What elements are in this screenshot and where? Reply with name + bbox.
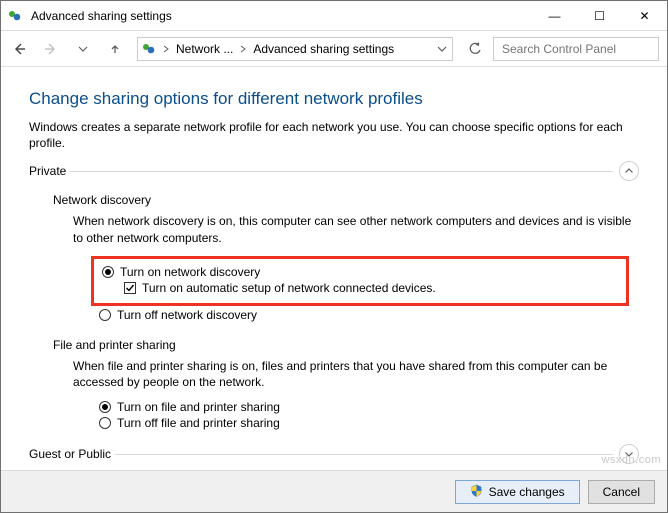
highlight-annotation: Turn on network discovery Turn on automa… bbox=[91, 256, 629, 306]
shield-icon bbox=[470, 484, 483, 500]
subsection-file-printer: File and printer sharing bbox=[53, 338, 639, 352]
address-bar[interactable]: Network ... Advanced sharing settings bbox=[137, 37, 453, 61]
page-intro: Windows creates a separate network profi… bbox=[29, 119, 639, 151]
section-header-guest[interactable]: Guest or Public bbox=[29, 444, 639, 464]
breadcrumb-sep-icon[interactable] bbox=[237, 45, 249, 53]
nav-bar: Network ... Advanced sharing settings bbox=[1, 31, 667, 67]
maximize-button[interactable]: ☐ bbox=[577, 1, 622, 30]
radio-fp-on[interactable]: Turn on file and printer sharing bbox=[99, 400, 639, 414]
radio-fp-off[interactable]: Turn off file and printer sharing bbox=[99, 416, 639, 430]
back-button[interactable] bbox=[5, 35, 33, 63]
radio-label: Turn off network discovery bbox=[117, 308, 257, 322]
control-panel-window: Advanced sharing settings — ☐ ✕ bbox=[0, 0, 668, 513]
up-button[interactable] bbox=[101, 35, 129, 63]
section-label: Private bbox=[29, 164, 70, 178]
radio-icon bbox=[99, 417, 111, 429]
search-input[interactable] bbox=[500, 41, 652, 57]
titlebar: Advanced sharing settings — ☐ ✕ bbox=[1, 1, 667, 31]
radio-icon bbox=[99, 401, 111, 413]
radio-nd-on[interactable]: Turn on network discovery bbox=[102, 265, 618, 279]
page-heading: Change sharing options for different net… bbox=[29, 89, 639, 109]
save-changes-button[interactable]: Save changes bbox=[455, 480, 580, 504]
file-printer-text: When file and printer sharing is on, fil… bbox=[73, 358, 639, 390]
section-header-private[interactable]: Private bbox=[29, 161, 639, 181]
breadcrumb-root[interactable]: Network ... bbox=[172, 38, 237, 60]
app-icon bbox=[1, 9, 29, 23]
window-controls: — ☐ ✕ bbox=[532, 1, 667, 30]
refresh-button[interactable] bbox=[461, 35, 489, 63]
content-area: Change sharing options for different net… bbox=[1, 67, 667, 470]
close-button[interactable]: ✕ bbox=[622, 1, 667, 30]
forward-button[interactable] bbox=[37, 35, 65, 63]
address-dropdown-icon[interactable] bbox=[432, 44, 452, 54]
button-label: Cancel bbox=[603, 485, 640, 499]
section-label: Guest or Public bbox=[29, 447, 115, 461]
history-dropdown[interactable] bbox=[69, 35, 97, 63]
address-icon bbox=[138, 42, 160, 56]
footer-bar: Save changes Cancel bbox=[1, 470, 667, 512]
chevron-down-icon[interactable] bbox=[619, 444, 639, 464]
checkbox-auto-setup[interactable]: Turn on automatic setup of network conne… bbox=[124, 281, 618, 295]
cancel-button[interactable]: Cancel bbox=[588, 480, 655, 504]
minimize-button[interactable]: — bbox=[532, 1, 577, 30]
breadcrumb-sep-icon[interactable] bbox=[160, 45, 172, 53]
chevron-up-icon[interactable] bbox=[619, 161, 639, 181]
breadcrumb-leaf[interactable]: Advanced sharing settings bbox=[249, 38, 398, 60]
radio-icon bbox=[102, 266, 114, 278]
radio-label: Turn on file and printer sharing bbox=[117, 400, 280, 414]
radio-icon bbox=[99, 309, 111, 321]
checkbox-label: Turn on automatic setup of network conne… bbox=[142, 281, 436, 295]
radio-label: Turn off file and printer sharing bbox=[117, 416, 280, 430]
radio-label: Turn on network discovery bbox=[120, 265, 260, 279]
subsection-network-discovery: Network discovery bbox=[53, 193, 639, 207]
checkbox-icon bbox=[124, 282, 136, 294]
window-title: Advanced sharing settings bbox=[29, 9, 532, 23]
radio-nd-off[interactable]: Turn off network discovery bbox=[99, 308, 639, 322]
search-box[interactable] bbox=[493, 37, 659, 61]
network-discovery-text: When network discovery is on, this compu… bbox=[73, 213, 639, 245]
button-label: Save changes bbox=[489, 485, 565, 499]
